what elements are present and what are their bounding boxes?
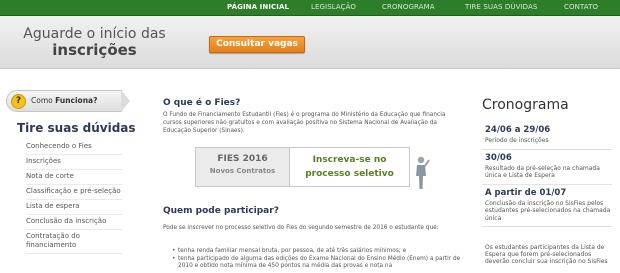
header-title-line1: Aguarde o início das	[23, 26, 166, 42]
header-banner: Aguarde o início das inscrições Consulta…	[0, 16, 620, 69]
nav-cronograma[interactable]: CRONOGRAMA	[382, 3, 435, 11]
sidebar-item-contratacao[interactable]: Contratação do financiamento	[26, 230, 122, 254]
cronograma-item: 24/06 a 29/06 Período de inscrições	[482, 122, 612, 150]
cronograma-item: 30/06 Resultado da pré-seleção na chamad…	[482, 150, 612, 185]
nav-home[interactable]: PÁGINA INICIAL	[227, 3, 289, 11]
sidebar-item-nota-de-corte[interactable]: Nota de corte	[26, 170, 122, 185]
how-it-works-label: Como Funciona?	[31, 96, 98, 105]
cronograma-desc: Resultado da pré-seleção na chamada únic…	[485, 164, 600, 180]
how-it-works-button[interactable]: ? Como Funciona?	[6, 90, 130, 112]
cronograma-item: A partir de 01/07 Conclusão da inscrição…	[482, 185, 612, 227]
header-title-line2: inscrições	[52, 41, 137, 59]
sidebar-item-lista-de-espera[interactable]: Lista de espera	[26, 200, 122, 215]
cronograma-title: Cronograma	[482, 97, 569, 113]
main-content: O que é o Fies? O Fundo de Financiamento…	[163, 98, 463, 135]
requirements-list: tenha renda familiar mensal bruta, por p…	[172, 248, 467, 271]
sidebar-item-conhecendo[interactable]: Conhecendo o Fies	[26, 140, 122, 155]
cronograma-list: 24/06 a 29/06 Período de inscrições 30/0…	[482, 122, 612, 227]
cronograma-desc: Período de inscrições	[485, 137, 549, 144]
arrow-right-icon	[121, 90, 130, 112]
fies-box-subtitle: Novos Contratos	[209, 167, 276, 175]
header-title: Aguarde o início das inscrições	[22, 26, 167, 58]
cronograma-note: Os estudantes participantes da Lista de …	[485, 244, 608, 265]
subscribe-line1: Inscreva-se no	[312, 155, 387, 165]
cronograma-desc: Conclusão da inscrição no SisFies pelos …	[485, 199, 611, 222]
what-is-fies-heading: O que é o Fies?	[163, 98, 241, 108]
subscribe-line2: processo seletivo	[305, 169, 394, 179]
sidebar-menu: Conhecendo o Fies Inscrições Nota de cor…	[26, 140, 122, 254]
sidebar-title: Tire suas dúvidas	[17, 121, 136, 135]
fies-2016-box[interactable]: FIES 2016 Novos Contratos	[195, 147, 290, 187]
cronograma-date: 30/06	[485, 152, 512, 163]
sidebar-item-inscricoes[interactable]: Inscrições	[26, 155, 122, 170]
sidebar-item-classificacao[interactable]: Classificação e pré-seleção	[26, 185, 122, 200]
nav-legislacao[interactable]: LEGISLAÇÃO	[311, 3, 356, 11]
top-nav: PÁGINA INICIAL LEGISLAÇÃO CRONOGRAMA TIR…	[0, 0, 620, 16]
nav-duvidas[interactable]: TIRE SUAS DÚVIDAS	[465, 3, 537, 11]
who-can-participate-heading: Quem pode participar?	[163, 206, 279, 216]
who-can-participate-text: Pode se inscrever no processo seletivo d…	[163, 225, 439, 231]
subscribe-box[interactable]: Inscreva-se no processo seletivo	[289, 147, 410, 187]
person-icon	[416, 156, 430, 189]
list-item: tenha participado de alguma das edições …	[172, 256, 467, 270]
question-icon: ?	[11, 94, 26, 109]
nav-contato[interactable]: CONTATO	[564, 3, 598, 11]
sidebar-item-conclusao[interactable]: Conclusão da inscrição	[26, 215, 122, 230]
consultar-vagas-button[interactable]: Consultar vagas	[209, 36, 305, 53]
list-item: tenha renda familiar mensal bruta, por p…	[172, 248, 467, 255]
cronograma-date: A partir de 01/07	[485, 187, 567, 198]
what-is-fies-text: O Fundo de Financiamento Estudantil (Fie…	[163, 112, 446, 134]
cronograma-date: 24/06 a 29/06	[485, 125, 551, 135]
fies-box-title: FIES 2016	[217, 154, 268, 164]
